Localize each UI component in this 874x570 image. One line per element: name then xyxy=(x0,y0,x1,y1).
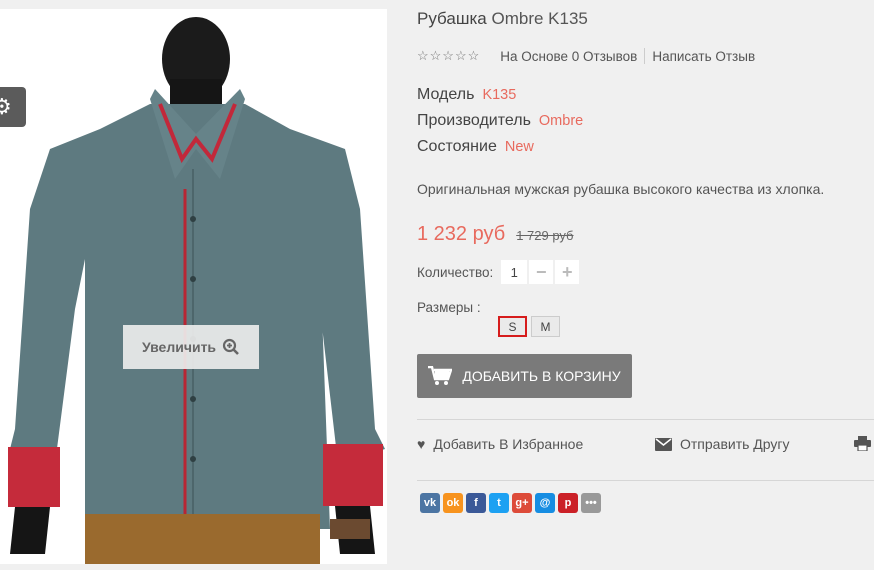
printer-icon xyxy=(854,436,871,451)
zoom-button[interactable]: Увеличить xyxy=(123,325,259,369)
divider xyxy=(417,480,874,481)
add-to-cart-label: ДОБАВИТЬ В КОРЗИНУ xyxy=(462,368,621,384)
size-options: S M xyxy=(498,316,560,337)
gear-icon: ⚙ xyxy=(0,94,12,119)
divider xyxy=(417,419,874,420)
quantity-stepper: Количество: 1 − + xyxy=(417,260,580,284)
google-plus-icon[interactable]: g+ xyxy=(512,493,532,513)
cart-icon xyxy=(428,366,453,385)
spec-model: Модель K135 xyxy=(417,86,516,104)
rating-row: ☆☆☆☆☆ На Основе 0 Отзывов Написать Отзыв xyxy=(417,48,755,64)
send-friend-label: Отправить Другу xyxy=(680,436,790,452)
quantity-label: Количество: xyxy=(417,264,494,280)
social-share-bar: vk ok f t g+ @ p ••• xyxy=(420,493,601,513)
product-title: Рубашка Ombre K135 xyxy=(417,9,588,29)
more-icon[interactable]: ••• xyxy=(581,493,601,513)
send-friend-link[interactable]: Отправить Другу xyxy=(655,436,790,452)
size-option-m[interactable]: M xyxy=(531,316,560,337)
product-model-title: Ombre K135 xyxy=(491,9,588,28)
add-to-cart-button[interactable]: ДОБАВИТЬ В КОРЗИНУ xyxy=(417,354,632,398)
quantity-input[interactable]: 1 xyxy=(501,260,528,284)
sizes-label: Размеры : xyxy=(417,300,481,315)
envelope-icon xyxy=(655,437,672,451)
facebook-icon[interactable]: f xyxy=(466,493,486,513)
old-price: 1 729 руб xyxy=(516,228,574,243)
shirt-image xyxy=(8,17,385,564)
product-description: Оригинальная мужская рубашка высокого ка… xyxy=(417,181,825,197)
quantity-plus-button[interactable]: + xyxy=(555,260,580,284)
manufacturer-link[interactable]: Ombre xyxy=(539,113,583,129)
write-review-link[interactable]: Написать Отзыв xyxy=(652,49,755,64)
twitter-icon[interactable]: t xyxy=(489,493,509,513)
product-image[interactable]: Увеличить xyxy=(0,9,387,564)
zoom-label: Увеличить xyxy=(141,339,217,355)
wishlist-link[interactable]: ♥ Добавить В Избранное xyxy=(417,436,583,452)
wishlist-label: Добавить В Избранное xyxy=(433,436,584,452)
spec-label: Состояние xyxy=(417,138,497,155)
print-button[interactable] xyxy=(854,436,871,451)
rating-stars-icon: ☆☆☆☆☆ xyxy=(417,48,481,63)
quantity-minus-button[interactable]: − xyxy=(529,260,554,284)
vk-icon[interactable]: vk xyxy=(420,493,440,513)
spec-label: Модель xyxy=(417,86,475,103)
spec-value: K135 xyxy=(482,87,517,103)
product-image-panel: Увеличить ⚙ xyxy=(0,0,387,570)
odnoklassniki-icon[interactable]: ok xyxy=(443,493,463,513)
pinterest-icon[interactable]: p xyxy=(558,493,578,513)
settings-tab[interactable]: ⚙ xyxy=(0,87,26,127)
current-price: 1 232 руб xyxy=(417,223,506,245)
spec-label: Производитель xyxy=(417,112,531,129)
size-option-s[interactable]: S xyxy=(498,316,527,337)
divider xyxy=(644,48,646,64)
spec-condition: Состояние New xyxy=(417,138,534,156)
heart-icon: ♥ xyxy=(417,436,426,452)
reviews-link[interactable]: На Основе 0 Отзывов xyxy=(500,49,637,64)
zoom-in-icon xyxy=(222,338,239,355)
product-name: Рубашка xyxy=(417,9,487,28)
mail-icon[interactable]: @ xyxy=(535,493,555,513)
spec-manufacturer: Производитель Ombre xyxy=(417,112,583,130)
price-row: 1 232 руб 1 729 руб xyxy=(417,223,574,246)
spec-value: New xyxy=(504,139,534,155)
